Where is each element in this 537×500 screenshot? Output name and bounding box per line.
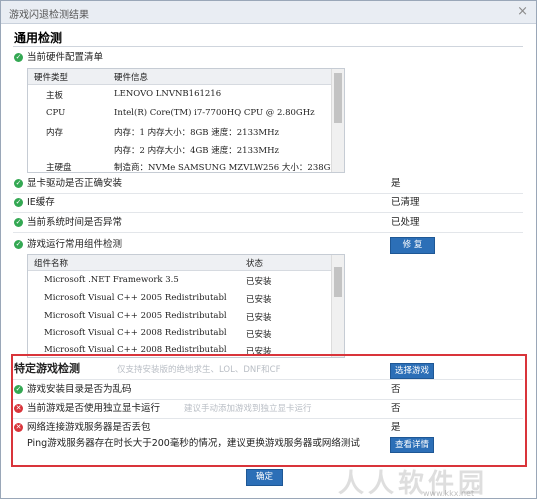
error-x-icon: ✕ [14, 423, 23, 432]
row-divider [13, 418, 523, 419]
row-divider [13, 232, 523, 233]
check-row-ie-cache: ✓ IE缓存 [14, 196, 55, 210]
vertical-scrollbar[interactable] [331, 69, 344, 172]
hardware-info-cell: 制造商：NVMe SAMSUNG MZVLW256 大小：238GB [114, 163, 337, 173]
hardware-info-cell: 内存：2 内存大小：4GB 速度：2133MHz [114, 146, 279, 156]
check-label: 当前系统时间是否异常 [27, 217, 123, 228]
scrollbar-thumb[interactable] [334, 267, 342, 297]
check-row-dedicated-gpu: ✕ 当前游戏是否使用独立显卡运行 [14, 402, 160, 416]
error-x-icon: ✕ [14, 404, 23, 413]
components-row: ✓ 游戏运行常用组件检测 [14, 238, 122, 252]
component-status-cell: 已安装 [246, 295, 272, 305]
check-ok-icon: ✓ [14, 385, 23, 394]
component-name-cell: Microsoft .NET Framework 3.5 [44, 275, 179, 285]
view-details-button[interactable]: 查看详情 [390, 437, 434, 453]
column-header-hardware-type: 硬件类型 [34, 73, 69, 83]
hardware-type-cell: 内存 [46, 128, 64, 138]
hardware-table: 硬件类型 硬件信息 主板 LENOVO LNVNB161216 CPU Inte… [27, 68, 345, 173]
specific-section-heading-row: 特定游戏检测 [14, 362, 80, 376]
column-header-status: 状态 [246, 259, 264, 269]
scrollbar-thumb[interactable] [334, 73, 342, 123]
component-status-cell: 已安装 [246, 330, 272, 340]
row-divider [13, 193, 523, 194]
check-row-gpu-driver: ✓ 显卡驱动是否正确安装 [14, 177, 122, 191]
check-value: 已清理 [391, 197, 420, 208]
ping-message: Ping游戏服务器存在时长大于200毫秒的情况，建议更换游戏服务器或网络测试 [27, 438, 360, 449]
components-table: 组件名称 状态 Microsoft .NET Framework 3.5 已安装… [27, 254, 345, 358]
hardware-info-cell: 内存：1 内存大小：8GB 速度：2133MHz [114, 128, 279, 138]
check-ok-icon: ✓ [14, 198, 23, 207]
check-value: 否 [391, 403, 401, 414]
hardware-info-cell: Intel(R) Core(TM) i7-7700HQ CPU @ 2.80GH… [114, 108, 315, 118]
hardware-list-label: 当前硬件配置清单 [27, 52, 104, 63]
component-status-cell: 已安装 [246, 277, 272, 287]
row-divider [13, 379, 523, 380]
repair-button[interactable]: 修 复 [390, 237, 435, 254]
row-divider [13, 399, 523, 400]
check-value: 是 [391, 422, 401, 433]
component-name-cell: Microsoft Visual C++ 2005 Redistributabl [44, 311, 227, 321]
section-divider [13, 46, 523, 47]
detection-result-dialog: 游戏闪退检测结果 × 通用检测 ✓ 当前硬件配置清单 硬件类型 硬件信息 主板 L… [0, 0, 537, 499]
check-value: 是 [391, 178, 401, 189]
components-label: 游戏运行常用组件检测 [27, 239, 123, 250]
column-header-hardware-info: 硬件信息 [114, 73, 149, 83]
check-ok-icon: ✓ [14, 179, 23, 188]
dedicated-gpu-hint: 建议手动添加游戏到独立显卡运行 [184, 404, 312, 414]
check-row-packet-loss: ✕ 网络连接游戏服务器是否丢包 [14, 421, 151, 435]
hardware-type-cell: CPU [46, 108, 66, 118]
component-name-cell: Microsoft Visual C++ 2005 Redistributabl [44, 293, 227, 303]
check-row-install-dir: ✓ 游戏安装目录是否为乱码 [14, 383, 132, 397]
check-row-system-time: ✓ 当前系统时间是否异常 [14, 216, 122, 230]
general-section-heading: 通用检测 [14, 31, 63, 45]
hardware-info-cell: LENOVO LNVNB161216 [114, 89, 222, 99]
table-header: 硬件类型 硬件信息 [28, 69, 331, 85]
check-label: IE缓存 [27, 197, 55, 208]
check-value: 否 [391, 384, 401, 395]
watermark-site: www.kkx.net [423, 489, 475, 498]
hardware-type-cell: 主板 [46, 91, 64, 101]
component-name-cell: Microsoft Visual C++ 2008 Redistributabl [44, 328, 227, 338]
title-bar: 游戏闪退检测结果 × [1, 1, 536, 24]
hardware-type-cell: 主硬盘 [46, 163, 72, 173]
check-label: 当前游戏是否使用独立显卡运行 [27, 403, 161, 414]
check-label: 网络连接游戏服务器是否丢包 [27, 422, 151, 433]
specific-section-heading: 特定游戏检测 [14, 362, 80, 375]
check-label: 游戏安装目录是否为乱码 [27, 384, 132, 395]
row-divider [13, 212, 523, 213]
close-icon[interactable]: × [517, 4, 528, 19]
column-header-component-name: 组件名称 [34, 259, 69, 269]
check-ok-icon: ✓ [14, 218, 23, 227]
check-label: 显卡驱动是否正确安装 [27, 178, 123, 189]
check-ok-icon: ✓ [14, 53, 23, 62]
table-header: 组件名称 状态 [28, 255, 331, 271]
ok-button[interactable]: 确定 [246, 469, 283, 486]
select-game-button[interactable]: 选择游戏 [390, 363, 434, 379]
window-title: 游戏闪退检测结果 [9, 10, 89, 21]
check-value: 已处理 [391, 217, 420, 228]
specific-section-hint: 仅支持安装版的绝地求生、LOL、DNF和CF [117, 365, 281, 375]
check-ok-icon: ✓ [14, 240, 23, 249]
vertical-scrollbar[interactable] [331, 255, 344, 357]
component-status-cell: 已安装 [246, 313, 272, 323]
hardware-list-row: ✓ 当前硬件配置清单 [14, 51, 103, 65]
